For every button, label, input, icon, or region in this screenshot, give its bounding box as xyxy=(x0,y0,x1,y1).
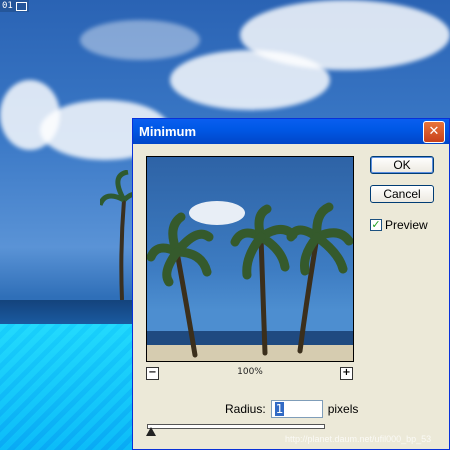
dialog-title: Minimum xyxy=(139,124,197,139)
cloud xyxy=(170,50,330,110)
radius-slider-track[interactable] xyxy=(147,424,325,429)
zoom-level: 100% xyxy=(237,367,263,377)
title-bar[interactable]: Minimum ✕ xyxy=(133,119,449,144)
ok-button[interactable]: OK xyxy=(370,156,434,174)
minimum-filter-dialog: Minimum ✕ − 100% + Radius: 1 pixels OK C… xyxy=(132,118,450,450)
radius-slider-thumb[interactable] xyxy=(146,427,156,436)
zoom-in-button[interactable]: + xyxy=(340,367,353,380)
cloud xyxy=(80,20,200,60)
preview-checkbox[interactable]: ✓ xyxy=(370,219,382,231)
radius-label: Radius: xyxy=(225,402,266,416)
preview-label: Preview xyxy=(385,218,428,232)
radius-unit: pixels xyxy=(327,402,359,416)
image-tag: 01 xyxy=(0,0,29,12)
close-icon[interactable]: ✕ xyxy=(423,120,445,143)
image-icon xyxy=(15,1,27,11)
radius-input[interactable]: 1 xyxy=(270,400,323,418)
cancel-button[interactable]: Cancel xyxy=(370,185,434,203)
zoom-controls: − 100% + xyxy=(146,367,354,381)
radius-row: Radius: 1 pixels xyxy=(225,399,358,419)
preview-option[interactable]: ✓ Preview xyxy=(370,218,428,232)
filter-preview[interactable] xyxy=(146,156,354,362)
preview-palm-trees xyxy=(147,202,353,358)
watermark-url: http://planet.daum.net/ufil000_bp_53 xyxy=(285,434,432,444)
cloud xyxy=(0,80,60,150)
radius-value: 1 xyxy=(274,402,285,416)
image-number: 01 xyxy=(2,1,13,11)
